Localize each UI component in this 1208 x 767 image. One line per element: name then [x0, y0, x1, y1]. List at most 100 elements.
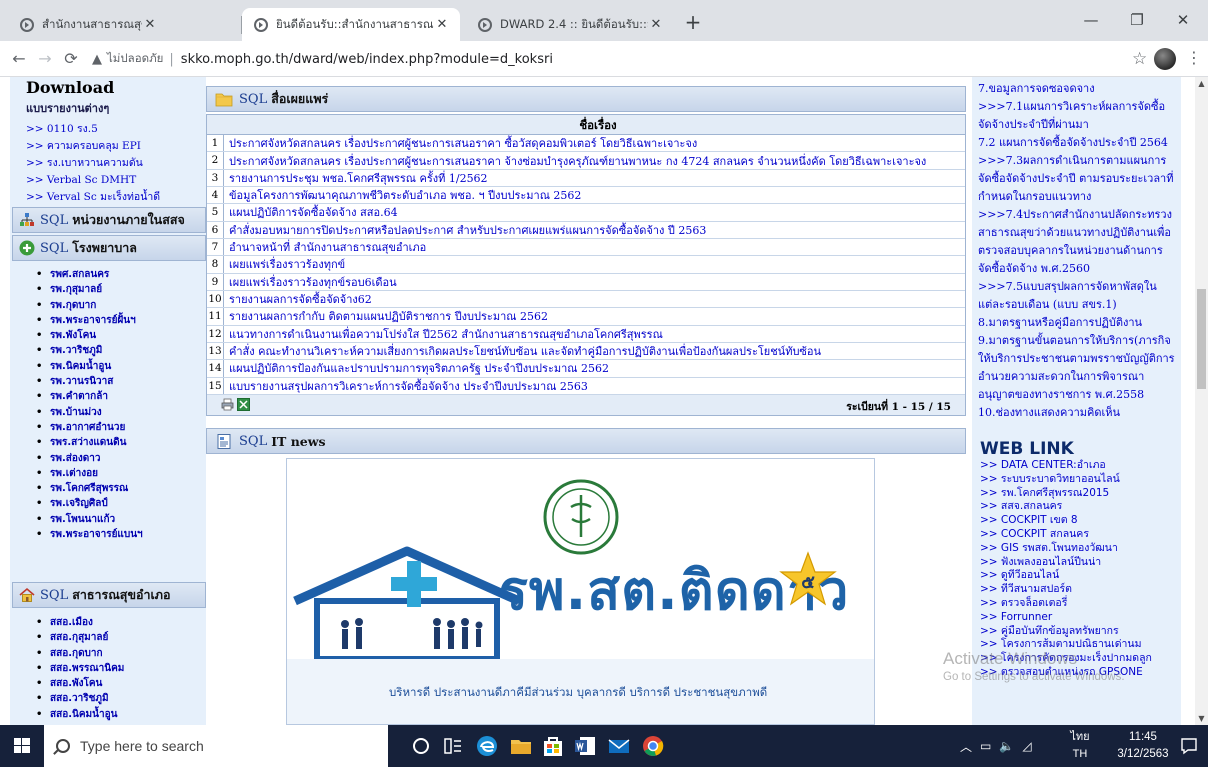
weblink-item[interactable]: >> คู่มือบันทึกข้อมูลทรัพยากร — [980, 625, 1152, 639]
print-icon[interactable] — [221, 398, 234, 411]
more-menu-icon[interactable]: ⋮ — [1186, 48, 1202, 67]
download-link[interactable]: >> 0110 รง.5 — [26, 121, 206, 138]
row-link[interactable]: อำนาจหน้าที่ สำนักงานสาธารณสุขอำเภอ — [224, 238, 426, 256]
new-tab-button[interactable]: + — [680, 10, 706, 36]
row-link[interactable]: แผนปฏิบัติการจัดซื้อจัดจ้าง สสอ.64 — [224, 203, 398, 221]
list-item[interactable]: สสอ.พังโคน — [12, 676, 206, 692]
close-tab-icon[interactable]: ✕ — [434, 17, 450, 32]
back-button[interactable]: ← — [6, 46, 32, 72]
weblink-item[interactable]: >> ฟังเพลงออนไลน์ปีนน่า — [980, 556, 1152, 570]
weblink-item[interactable]: >> ดูทีวีออนไลน์ — [980, 569, 1152, 583]
weblink-item[interactable]: >> โครงการส้มตามปณิธานเด่านม — [980, 638, 1152, 652]
row-link[interactable]: เผยแพร่เรื่องราวร้องทุกข์ — [224, 255, 345, 273]
download-link[interactable]: >> Verval Sc มะเร็งท่อน้ำดี — [26, 189, 206, 206]
list-item[interactable]: สสอ.เมือง — [12, 615, 206, 631]
weblink-item[interactable]: >> GIS รพสต.โพนทองวัฒนา — [980, 542, 1152, 556]
scroll-thumb[interactable] — [1197, 289, 1206, 389]
network-icon[interactable]: ◿ — [1022, 739, 1031, 753]
list-item[interactable]: รพ.อากาศอำนวย — [12, 420, 206, 436]
list-item[interactable]: สสอ.พรรณานิคม — [12, 661, 206, 677]
browser-tab-2-active[interactable]: ยินดีต้อนรับ::สำนักงานสาธารณสุขอำเ ✕ — [242, 8, 460, 41]
row-link[interactable]: รายงานผลการกำกับ ติดตามแผนปฏิบัติราชการ … — [224, 307, 548, 325]
restore-button[interactable]: ❐ — [1114, 6, 1160, 34]
row-link[interactable]: แบบรายงานสรุปผลการวิเคราะห์การจัดซื้อจัด… — [224, 377, 588, 395]
info-link[interactable]: 8.มาตรฐานหรือคู่มือการปฏิบัติงาน — [978, 314, 1176, 332]
close-tab-icon[interactable]: ✕ — [648, 17, 664, 32]
forward-button[interactable]: → — [32, 46, 58, 72]
minimize-button[interactable]: — — [1068, 6, 1114, 34]
download-link[interactable]: >> รง.เบาหวานความดัน — [26, 155, 206, 172]
close-window-button[interactable]: ✕ — [1160, 6, 1206, 34]
list-item[interactable]: รพ.วานรนิวาส — [12, 374, 206, 390]
browser-tab-1[interactable]: สำนักงานสาธารณสุขจังหวัดสกลนคร ✕ — [8, 8, 168, 41]
mail-icon[interactable] — [606, 733, 632, 759]
chrome-icon[interactable] — [640, 733, 666, 759]
info-link[interactable]: 10.ช่องทางแสดงความคิดเห็น — [978, 404, 1176, 422]
download-link[interactable]: >> ความครอบคลุม EPI — [26, 138, 206, 155]
info-link[interactable]: >>>7.5แบบสรุปผลการจัดหาพัสดุในแต่ละรอบเด… — [978, 278, 1176, 314]
list-item[interactable]: รพ.ส่องดาว — [12, 451, 206, 467]
row-link[interactable]: รายงานผลการจัดซื้อจัดจ้าง62 — [224, 290, 372, 308]
weblink-item[interactable]: >> DATA CENTER:อำเภอ — [980, 459, 1152, 473]
list-item[interactable]: สสอ.กุดบาก — [12, 646, 206, 662]
list-item[interactable]: รพ.โพนนาแก้ว — [12, 512, 206, 528]
list-item[interactable]: รพ.พระอาจารย์แบนฯ — [12, 527, 206, 543]
battery-icon[interactable]: ▭ — [980, 739, 991, 753]
store-icon[interactable] — [540, 733, 566, 759]
list-item[interactable]: รพร.สว่างแดนดิน — [12, 435, 206, 451]
weblink-item[interactable]: >> สสจ.สกลนคร — [980, 500, 1152, 514]
warning-icon[interactable]: ▲ — [92, 52, 102, 67]
weblink-item[interactable]: >> โครงการคัดกรองมะเร็งปากมดลูก — [980, 652, 1152, 666]
task-view-icon[interactable] — [440, 733, 466, 759]
row-link[interactable]: ประกาศจังหวัดสกลนคร เรื่องประกาศผู้ชนะกา… — [224, 134, 697, 152]
list-item[interactable]: สสอ.กุสุมาลย์ — [12, 630, 206, 646]
taskbar-search-box[interactable]: Type here to search — [44, 725, 388, 767]
info-link[interactable]: >>>7.4ประกาศสำนักงานปลัดกระทรวงสาธารณสุข… — [978, 206, 1176, 278]
download-link[interactable]: >> Verbal Sc DMHT — [26, 172, 206, 189]
row-link[interactable]: คำสั่งมอบหมายการปิดประกาศหรือปลดประกาศ ส… — [224, 221, 706, 239]
row-link[interactable]: แนวทางการดำเนินงานเพื่อความโปร่งใส ปี256… — [224, 325, 663, 343]
row-link[interactable]: แผนปฏิบัติการป้องกันและปราบปรามการทุจริต… — [224, 359, 609, 377]
weblink-item[interactable]: >> ระบบระบาดวิทยาออนไลน์ — [980, 473, 1152, 487]
list-item[interactable]: รพ.โคกศรีสุพรรณ — [12, 481, 206, 497]
info-link[interactable]: 7.2 แผนการจัดซื้อจัดจ้างประจำปี 2564 — [978, 134, 1176, 152]
row-link[interactable]: ประกาศจังหวัดสกลนคร เรื่องประกาศผู้ชนะกา… — [224, 152, 926, 170]
weblink-item[interactable]: >> COCKPIT สกลนคร — [980, 528, 1152, 542]
scroll-up-arrow-icon[interactable]: ▲ — [1195, 77, 1208, 90]
weblink-item[interactable]: >> ตรวจสอบตำแหน่งรถ GPSONE — [980, 666, 1152, 680]
list-item[interactable]: รพ.พระอาจารย์ฝั้นฯ — [12, 313, 206, 329]
notification-icon[interactable] — [1176, 733, 1202, 759]
row-link[interactable]: ข้อมูลโครงการพัฒนาคุณภาพชีวิตระดับอำเภอ … — [224, 186, 581, 204]
page-scrollbar[interactable]: ▲ ▼ — [1195, 77, 1208, 725]
show-hidden-icons-icon[interactable]: ︿ — [960, 738, 972, 755]
browser-tab-3[interactable]: DWARD 2.4 :: ยินดีต้อนรับ::สำนักงาน ✕ — [466, 8, 674, 41]
list-item[interactable]: รพศ.สกลนคร — [12, 267, 206, 283]
info-link[interactable]: 9.มาตรฐานขั้นตอนการให้บริการ(ภารกิจให้บร… — [978, 332, 1176, 404]
info-link[interactable]: >>>7.3ผลการดำเนินการตามแผนการจัดซื้อจัดจ… — [978, 152, 1176, 206]
list-item[interactable]: รพ.กุดบาก — [12, 298, 206, 314]
excel-icon[interactable] — [237, 397, 250, 411]
list-item[interactable]: รพ.เจริญศิลป์ — [12, 496, 206, 512]
weblink-item[interactable]: >> ทีวีสนามสปอร์ต — [980, 583, 1152, 597]
url-text[interactable]: skko.moph.go.th/dward/web/index.php?modu… — [181, 52, 553, 67]
address-bar[interactable]: ▲ ไม่ปลอดภัย | skko.moph.go.th/dward/web… — [92, 45, 1124, 73]
weblink-item[interactable]: >> รพ.โคกศรีสุพรรณ2015 — [980, 487, 1152, 501]
volume-icon[interactable]: 🔈 — [999, 739, 1014, 753]
info-link[interactable]: >>>7.1แผนการวิเคราะห์ผลการจัดซื้อจัดจ้าง… — [978, 98, 1176, 134]
weblink-item[interactable]: >> ตรวจล็อตเตอรี่ — [980, 597, 1152, 611]
list-item[interactable]: รพ.พังโคน — [12, 328, 206, 344]
file-explorer-icon[interactable] — [508, 733, 534, 759]
list-item[interactable]: รพ.กุสุมาลย์ — [12, 282, 206, 298]
row-link[interactable]: เผยแพร่เรื่องราวร้องทุกข์รอบ6เดือน — [224, 273, 397, 291]
bookmark-star-icon[interactable]: ☆ — [1132, 49, 1147, 69]
word-icon[interactable] — [572, 733, 598, 759]
row-link[interactable]: คำสั่ง คณะทำงานวิเคราะห์ความเสี่ยงการเกิ… — [224, 342, 821, 360]
list-item[interactable]: สสอ.วาริชภูมิ — [12, 691, 206, 707]
reload-button[interactable]: ⟳ — [58, 46, 84, 72]
info-link[interactable]: 7.ขอมูลการจดซอจดจาง — [978, 80, 1176, 98]
scroll-down-arrow-icon[interactable]: ▼ — [1195, 712, 1208, 725]
windows-start-icon[interactable] — [0, 725, 44, 767]
not-secure-label[interactable]: ไม่ปลอดภัย — [107, 50, 163, 68]
weblink-item[interactable]: >> Forrunner — [980, 611, 1152, 625]
cortana-icon[interactable] — [408, 733, 434, 759]
